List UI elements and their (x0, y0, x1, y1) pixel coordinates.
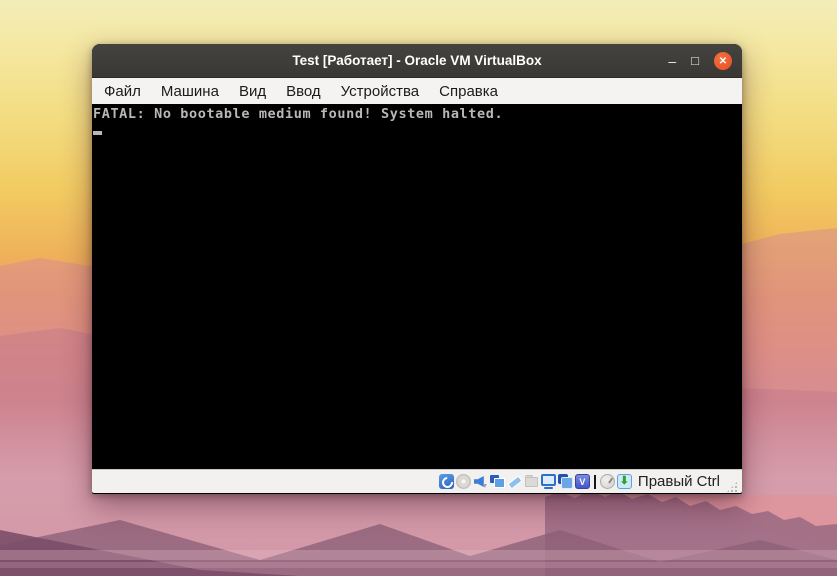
keyboard-capture-icon[interactable]: ⬇ (617, 474, 632, 489)
console-output-line: FATAL: No bootable medium found! System … (92, 104, 742, 122)
status-separator (594, 475, 596, 489)
menu-item-input[interactable]: Ввод (276, 79, 331, 104)
menu-item-help[interactable]: Справка (429, 79, 508, 104)
statusbar: V ⬇ Правый Ctrl (92, 469, 742, 493)
mouse-integration-icon[interactable] (600, 474, 615, 489)
audio-icon[interactable] (473, 474, 488, 489)
menubar: Файл Машина Вид Ввод Устройства Справка (92, 78, 742, 104)
maximize-button[interactable]: □ (691, 54, 699, 68)
menu-item-machine[interactable]: Машина (151, 79, 229, 104)
menu-item-view[interactable]: Вид (229, 79, 276, 104)
virtualbox-vm-window: Test [Работает] - Oracle VM VirtualBox –… (92, 44, 742, 494)
resize-grip[interactable] (726, 481, 738, 493)
menu-item-file[interactable]: Файл (94, 79, 151, 104)
window-controls: – □ ✕ (668, 44, 732, 78)
close-button[interactable]: ✕ (714, 52, 732, 70)
minimize-button[interactable]: – (668, 54, 676, 68)
recording-icon[interactable] (558, 474, 573, 489)
menu-item-devices[interactable]: Устройства (331, 79, 429, 104)
console-cursor (93, 131, 102, 135)
network-icon[interactable] (490, 474, 505, 489)
host-key-label: Правый Ctrl (638, 473, 720, 490)
usb-icon[interactable] (507, 474, 522, 489)
display-icon[interactable] (541, 474, 556, 489)
titlebar[interactable]: Test [Работает] - Oracle VM VirtualBox –… (92, 44, 742, 78)
hard-disks-icon[interactable] (439, 474, 454, 489)
optical-drives-icon[interactable] (456, 474, 471, 489)
shared-folders-icon[interactable] (524, 474, 539, 489)
window-title: Test [Работает] - Oracle VM VirtualBox (92, 44, 742, 78)
features-icon[interactable]: V (575, 474, 590, 489)
guest-console-screen[interactable]: FATAL: No bootable medium found! System … (92, 104, 742, 469)
